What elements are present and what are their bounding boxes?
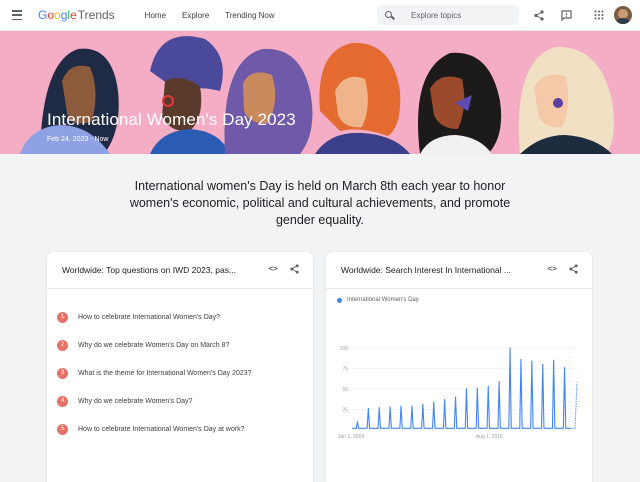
y-tick-label: 100 bbox=[340, 346, 349, 352]
chart-legend: International Women's Day bbox=[337, 297, 419, 303]
main-nav: Home Explore Trending Now bbox=[145, 11, 291, 20]
banner-title: International Women's Day 2023 bbox=[47, 110, 296, 129]
x-tick-label: Jan 1, 2004 bbox=[338, 434, 364, 440]
data-point bbox=[531, 360, 533, 362]
data-point bbox=[389, 406, 391, 408]
data-point bbox=[356, 421, 359, 423]
rank-badge: 4 bbox=[57, 395, 68, 407]
data-point bbox=[411, 405, 413, 407]
google-trends-logo[interactable]: GoogleTrends bbox=[38, 8, 115, 22]
data-point bbox=[487, 385, 489, 388]
data-point bbox=[498, 381, 500, 383]
data-point bbox=[520, 358, 522, 361]
nav-trending-now[interactable]: Trending Now bbox=[225, 11, 275, 20]
legend-label: International Women's Day bbox=[347, 297, 419, 303]
search-interest-card: Worldwide: Search Interest In Internatio… bbox=[326, 252, 592, 482]
share-icon[interactable] bbox=[290, 264, 299, 274]
data-point bbox=[400, 405, 402, 407]
top-bar: GoogleTrends Home Explore Trending Now bbox=[0, 0, 640, 31]
question-text: What is the theme for International Wome… bbox=[78, 369, 252, 377]
data-point bbox=[454, 396, 457, 398]
data-point bbox=[367, 408, 369, 410]
top-questions-card: Worldwide: Top questions on IWD 2023, pa… bbox=[47, 252, 313, 482]
page-description: International women's Day is held on Mar… bbox=[129, 179, 511, 227]
question-item[interactable]: 5 How to celebrate International Women's … bbox=[57, 415, 307, 443]
data-point bbox=[465, 388, 468, 390]
data-point bbox=[444, 399, 446, 401]
rank-badge: 3 bbox=[57, 367, 68, 379]
card-actions: <> bbox=[547, 264, 578, 274]
question-text: How to celebrate International Women's D… bbox=[78, 425, 245, 433]
card-title: Worldwide: Top questions on IWD 2023, pa… bbox=[62, 265, 237, 275]
y-tick-label: 50 bbox=[342, 387, 348, 393]
rank-badge: 1 bbox=[57, 311, 68, 323]
hero-banner: International Women's Day 2023 Feb 24, 2… bbox=[0, 31, 640, 154]
question-item[interactable]: 2 Why do we celebrate Women's Day on Marc… bbox=[57, 331, 307, 359]
data-point bbox=[553, 359, 555, 361]
y-tick-label: 75 bbox=[342, 367, 348, 373]
data-point bbox=[433, 401, 435, 403]
data-point bbox=[422, 403, 424, 406]
card-title: Worldwide: Search Interest In Internatio… bbox=[341, 265, 511, 275]
share-icon[interactable] bbox=[569, 264, 578, 274]
series-line bbox=[352, 347, 570, 429]
embed-icon[interactable]: <> bbox=[268, 264, 278, 274]
search-icon bbox=[385, 10, 394, 20]
question-item[interactable]: 1 How to celebrate International Women's … bbox=[57, 303, 307, 331]
question-text: Why do we celebrate Women's Day? bbox=[78, 397, 193, 405]
interest-line-chart[interactable]: 25 50 75 100 Jan 1, 2004 Aug 1, 2016 bbox=[326, 332, 592, 452]
card-actions: <> bbox=[268, 264, 299, 274]
nav-home[interactable]: Home bbox=[145, 11, 166, 20]
questions-list: 1 How to celebrate International Women's … bbox=[57, 303, 307, 443]
y-tick-label: 25 bbox=[342, 408, 348, 414]
embed-icon[interactable]: <> bbox=[547, 264, 557, 274]
question-item[interactable]: 3 What is the theme for International Wom… bbox=[57, 359, 307, 387]
legend-swatch bbox=[337, 297, 342, 303]
rank-badge: 5 bbox=[57, 423, 68, 435]
apps-icon[interactable] bbox=[592, 8, 606, 22]
search-box[interactable] bbox=[377, 5, 519, 25]
feedback-icon[interactable] bbox=[559, 8, 573, 22]
share-icon[interactable] bbox=[532, 8, 546, 22]
partial-series-line bbox=[570, 382, 578, 429]
nav-explore[interactable]: Explore bbox=[182, 11, 209, 20]
search-input[interactable] bbox=[411, 10, 511, 20]
x-tick-label: Aug 1, 2016 bbox=[476, 434, 503, 440]
rank-badge: 2 bbox=[57, 339, 68, 351]
banner-date-range: Feb 24, 2023 - Now bbox=[47, 136, 109, 143]
data-point bbox=[563, 367, 566, 369]
data-point bbox=[542, 363, 544, 365]
question-item[interactable]: 4 Why do we celebrate Women's Day? bbox=[57, 387, 307, 415]
data-point bbox=[509, 347, 511, 349]
avatar[interactable] bbox=[614, 6, 632, 24]
data-point bbox=[378, 407, 380, 409]
menu-icon[interactable] bbox=[12, 8, 28, 22]
divider bbox=[326, 288, 592, 289]
question-text: How to celebrate International Women's D… bbox=[78, 313, 221, 321]
question-text: Why do we celebrate Women's Day on March… bbox=[78, 341, 230, 349]
data-point bbox=[476, 387, 478, 389]
divider bbox=[47, 288, 313, 289]
